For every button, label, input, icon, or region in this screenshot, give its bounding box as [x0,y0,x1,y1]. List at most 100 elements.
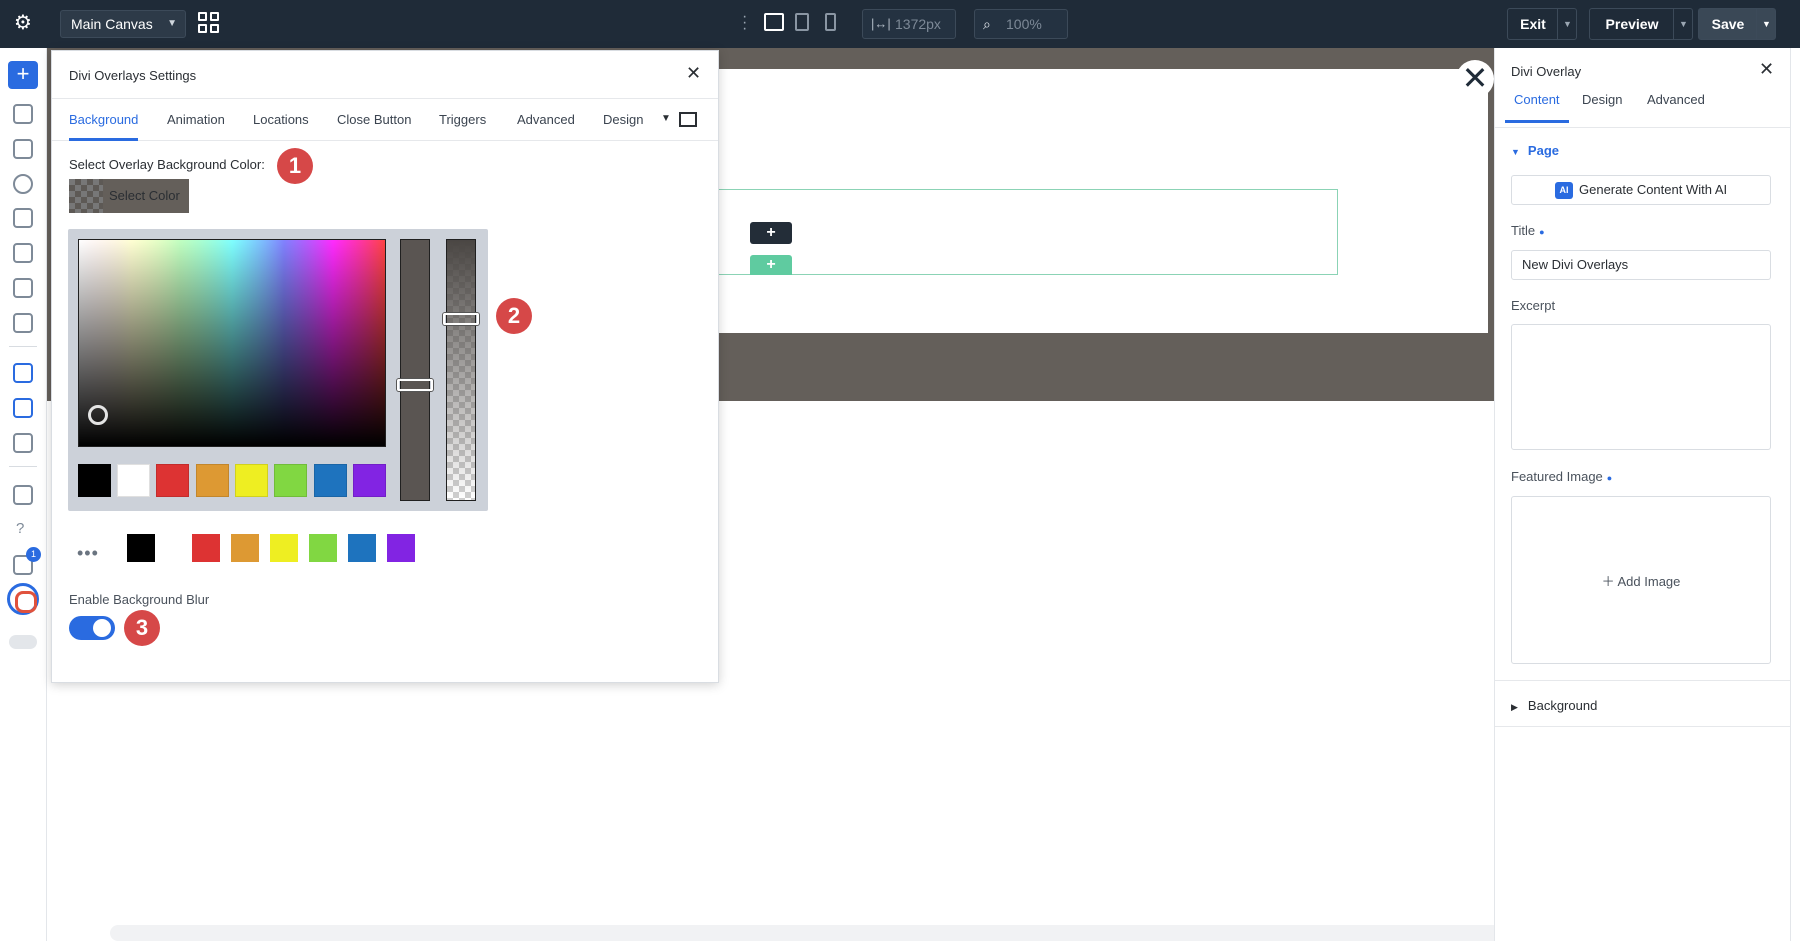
featured-image-dropzone[interactable]: ＋ Add Image [1511,496,1771,664]
picker-swatch[interactable] [353,464,386,497]
drag-handle-icon[interactable]: · · · [742,9,748,37]
library-icon[interactable] [13,139,33,159]
canvas-select-value: Main Canvas [71,16,153,32]
phone-view-icon[interactable] [825,13,836,31]
mode-toggle[interactable] [9,635,37,649]
palette-swatch[interactable] [231,534,259,562]
scrollbar[interactable] [1790,48,1800,941]
tablet-view-icon[interactable] [795,13,809,31]
opacity-handle[interactable] [443,313,479,325]
tab-background[interactable]: Background [69,99,139,141]
opacity-slider[interactable] [446,239,476,501]
excerpt-textarea[interactable] [1511,324,1771,450]
tab-advanced[interactable]: Advanced [1647,85,1705,123]
saturation-cursor[interactable] [88,405,108,425]
color-preview-swatch [69,179,103,213]
picker-swatch[interactable] [117,464,150,497]
generate-ai-button[interactable]: AI Generate Content With AI [1511,175,1771,205]
featured-image-label: Featured Image ● [1511,469,1612,484]
exit-label: Exit [1520,16,1546,32]
database-icon[interactable] [13,174,33,194]
exit-button[interactable]: Exit ▼ [1507,8,1577,40]
palette-swatch[interactable] [309,534,337,562]
canvas-width-input[interactable]: |↔| 1372px [862,9,956,39]
tab-locations[interactable]: Locations [253,99,309,141]
exit-dropdown-icon[interactable]: ▼ [1557,9,1577,39]
overlay-close-icon[interactable]: ✕ [1456,60,1494,98]
ai-icon: AI [1555,182,1573,199]
pages-icon[interactable] [13,243,33,263]
section-background[interactable]: ▶ Background [1511,698,1597,713]
picker-swatch[interactable] [156,464,189,497]
close-icon[interactable]: ✕ [1759,59,1774,80]
add-module-button[interactable]: + [8,61,38,89]
add-row-button[interactable]: + [750,222,792,244]
palette-swatch[interactable] [270,534,298,562]
left-toolbar: + ? 1 [0,48,47,941]
chevron-down-icon: ▼ [167,18,177,29]
required-dot-icon: ● [1606,473,1613,483]
variables-icon[interactable] [13,208,33,228]
tab-triggers[interactable]: Triggers [439,99,486,141]
grid-icon[interactable] [198,12,220,34]
tab-design[interactable]: Design [603,99,643,141]
palette-swatch[interactable] [127,534,155,562]
save-button[interactable]: Save ▼ [1698,8,1776,40]
preview-dropdown-icon[interactable]: ▼ [1673,9,1693,39]
overlay-settings-panel: Divi Overlay ✕ Content Design Advanced ▼… [1494,48,1791,941]
chevron-down-icon[interactable]: ▼ [661,99,671,139]
layers-icon[interactable] [13,104,33,124]
picker-swatch[interactable] [314,464,347,497]
divi-logo-icon[interactable] [7,583,39,615]
palette-swatch[interactable] [192,534,220,562]
tab-content[interactable]: Content [1505,85,1569,123]
theme-builder-icon[interactable] [13,433,33,453]
hue-slider[interactable] [400,239,430,501]
section-page[interactable]: ▼ Page [1511,143,1559,158]
bg-color-label: Select Overlay Background Color: [69,157,265,172]
modal-header: Divi Overlays Settings ✕ [52,51,718,99]
add-image-button[interactable]: ＋ Add Image [1512,571,1770,590]
overlay-row[interactable] [717,189,1338,275]
preview-button[interactable]: Preview ▼ [1589,8,1693,40]
more-options-icon[interactable]: ••• [77,543,99,564]
zoom-input[interactable]: ⌕ 100% [974,9,1068,39]
panel-title: Divi Overlay [1511,64,1582,79]
select-color-button[interactable]: Select Color [69,179,189,213]
settings-list-icon[interactable] [13,313,33,333]
picker-swatch[interactable] [235,464,268,497]
excerpt-label: Excerpt [1511,298,1556,313]
palette-swatch[interactable] [387,534,415,562]
color-picker [68,229,488,511]
palette-swatch[interactable] [348,534,376,562]
canvas-width-value: 1372px [895,16,941,32]
add-section-button[interactable]: + [750,255,792,275]
picker-swatch[interactable] [196,464,229,497]
saturation-area[interactable] [78,239,386,447]
tab-close-button[interactable]: Close Button [337,99,411,141]
lightning-icon[interactable] [13,278,33,298]
blur-toggle[interactable] [69,616,115,640]
picker-swatch[interactable] [274,464,307,497]
blur-label: Enable Background Blur [69,592,210,607]
tab-animation[interactable]: Animation [167,99,225,141]
caret-right-icon: ▶ [1511,702,1518,712]
save-dropdown-icon[interactable]: ▼ [1756,9,1776,39]
desktop-view-icon[interactable] [764,13,784,31]
windows-icon[interactable] [13,485,33,505]
tab-design[interactable]: Design [1582,85,1622,123]
save-label: Save [1711,16,1745,32]
picker-swatch[interactable] [78,464,111,497]
zoom-value: 100% [1006,16,1042,32]
tab-advanced[interactable]: Advanced [517,99,575,141]
gear-icon[interactable]: ⚙ [10,10,36,36]
notification-badge: 1 [26,547,41,562]
overlay-settings-icon[interactable] [13,398,33,418]
hue-handle[interactable] [397,379,433,391]
canvas-select[interactable]: Main Canvas ▼ [60,10,186,38]
expand-box-icon[interactable] [679,112,697,127]
overlay-cursor-icon[interactable] [13,363,33,383]
close-icon[interactable]: ✕ [686,63,701,84]
title-input[interactable]: New Divi Overlays [1511,250,1771,280]
help-icon[interactable]: ? [16,520,24,537]
